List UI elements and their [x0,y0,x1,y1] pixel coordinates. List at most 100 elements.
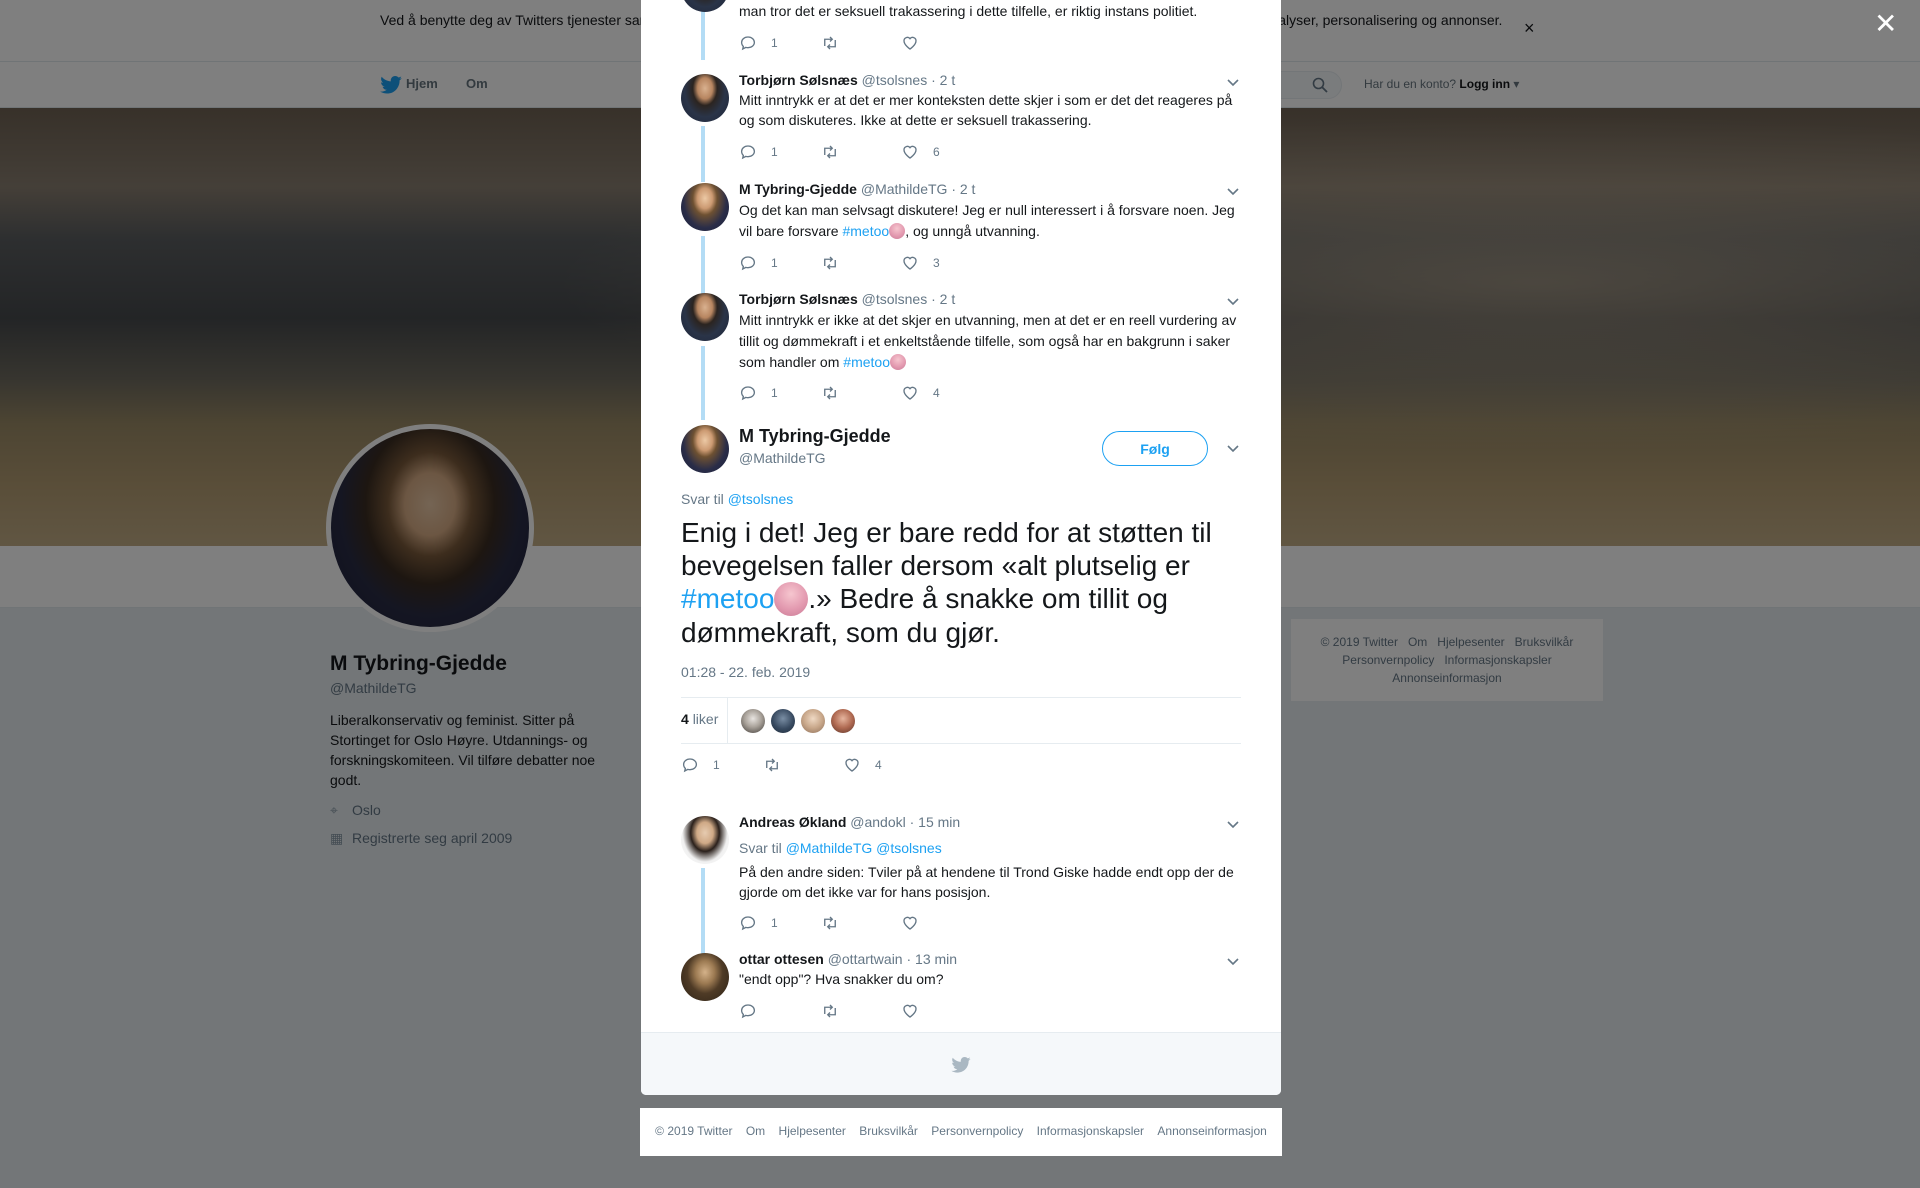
like-button[interactable]: 4 [901,384,940,402]
liker-avatar[interactable] [771,709,795,733]
avatar[interactable] [681,953,729,1001]
retweet-button[interactable] [821,34,839,52]
main-tweet-avatar[interactable] [681,425,729,473]
author-handle[interactable]: @tsolsnes [862,72,928,88]
avatar[interactable] [681,293,729,341]
likers-avatars [741,709,861,733]
footer-link[interactable]: Informasjonskapsler [1037,1124,1144,1138]
liker-avatar[interactable] [831,709,855,733]
reply-to-handle-link[interactable]: @tsolsnes [728,491,794,507]
retweet-button[interactable] [821,1002,839,1020]
author-name[interactable]: M Tybring-Gjedde [739,181,857,197]
chevron-down-icon[interactable] [1225,74,1241,90]
main-tweet-author-handle[interactable]: @MathildeTG [739,450,826,466]
liker-avatar[interactable] [801,709,825,733]
tweet-modal: man tror det er seksuell trakassering i … [641,0,1281,1095]
footer-link[interactable]: Annonseinformasjon [1157,1124,1266,1138]
close-modal-button[interactable]: ✕ [1874,10,1897,38]
likes-stat[interactable]: 4 liker [681,711,718,727]
like-button[interactable] [901,34,919,52]
liker-avatar[interactable] [741,709,765,733]
retweet-button[interactable] [821,143,839,161]
author-handle[interactable]: @tsolsnes [862,291,928,307]
hashtag-link[interactable]: #metoo [843,354,890,370]
footer-link[interactable]: Om [746,1124,765,1138]
retweet-button[interactable] [763,756,781,774]
main-tweet-timestamp[interactable]: 01:28 - 22. feb. 2019 [681,664,810,680]
retweet-icon [824,256,836,270]
tweet-time[interactable]: · 15 min [910,814,961,830]
main-tweet-author-name[interactable]: M Tybring-Gjedde [739,426,891,447]
chevron-down-icon[interactable] [1225,440,1241,456]
author-name[interactable]: Torbjørn Sølsnæs [739,72,858,88]
tweet-time[interactable]: · 13 min [907,951,958,967]
footer-copyright: © 2019 Twitter [655,1124,733,1138]
reply-count: 1 [771,36,778,50]
tweet-time[interactable]: · 2 t [951,181,975,197]
reply-count: 1 [771,386,778,400]
tweet-time[interactable]: · 2 t [931,72,955,88]
reply-count: 1 [771,145,778,159]
modal-footer-area [641,1032,1281,1095]
avatar[interactable] [681,74,729,122]
chevron-down-icon[interactable] [1225,293,1241,309]
raised-hand-emoji-icon [889,354,906,370]
author-name[interactable]: Andreas Økland [739,814,846,830]
reply-button[interactable]: 1 [739,254,778,272]
tweet-text: "endt opp"? Hva snakker du om? [739,971,944,987]
tweet-time[interactable]: · 2 t [931,291,955,307]
stats-divider [727,698,728,744]
reply-button[interactable]: 1 [739,143,778,161]
tweet-actions: 1 3 [739,254,1039,274]
heart-icon [903,36,917,50]
reply-icon [740,36,756,51]
reply-button[interactable]: 1 [739,914,778,932]
author-handle[interactable]: @MathildeTG [861,181,948,197]
like-count: 4 [933,386,940,400]
author-handle[interactable]: @andokl [850,814,905,830]
like-button[interactable] [901,1002,919,1020]
reply-button[interactable]: 1 [681,756,720,774]
follow-button[interactable]: Følg [1102,431,1208,466]
thread-line [701,868,705,954]
like-button[interactable]: 3 [901,254,940,272]
reply-button[interactable]: 1 [739,384,778,402]
chevron-down-icon[interactable] [1225,953,1241,969]
reply-icon [740,1004,756,1019]
retweet-icon [824,1004,836,1018]
reply-count: 1 [771,916,778,930]
twitter-bird-icon [951,1057,971,1073]
reply-icon [740,256,756,271]
footer-link[interactable]: Hjelpesenter [779,1124,846,1138]
author-name[interactable]: ottar ottesen [739,951,824,967]
avatar[interactable] [681,183,729,231]
heart-icon [903,1004,917,1018]
chevron-down-icon[interactable] [1225,183,1241,199]
reply-button[interactable]: 1 [739,34,778,52]
main-tweet-text: Enig i det! Jeg er bare redd for at støt… [681,516,1241,649]
reply-button[interactable] [739,1002,757,1020]
footer-link[interactable]: Personvernpolicy [931,1124,1023,1138]
like-button[interactable]: 6 [901,143,940,161]
avatar[interactable] [681,0,729,12]
avatar[interactable] [681,816,729,864]
reply-to-handle-link[interactable]: @MathildeTG @tsolsnes [786,840,942,856]
reply-context: Svar til @MathildeTG @tsolsnes [739,838,1239,858]
like-button[interactable] [901,914,919,932]
tweet-header: Andreas Økland @andokl · 15 min [739,814,960,830]
chevron-down-icon[interactable] [1225,816,1241,832]
retweet-button[interactable] [821,914,839,932]
author-name[interactable]: Torbjørn Sølsnæs [739,291,858,307]
raised-hand-emoji-icon [889,223,906,239]
tweet-stats: 4 liker [681,697,1241,744]
author-handle[interactable]: @ottartwain [828,951,903,967]
retweet-button[interactable] [821,254,839,272]
like-button[interactable]: 4 [843,756,882,774]
retweet-icon [766,758,778,772]
retweet-button[interactable] [821,384,839,402]
hashtag-link[interactable]: #metoo [681,583,774,614]
hashtag-link[interactable]: #metoo [842,223,889,239]
reply-icon [682,758,698,773]
footer-link[interactable]: Bruksvilkår [859,1124,918,1138]
retweet-icon [824,145,836,159]
